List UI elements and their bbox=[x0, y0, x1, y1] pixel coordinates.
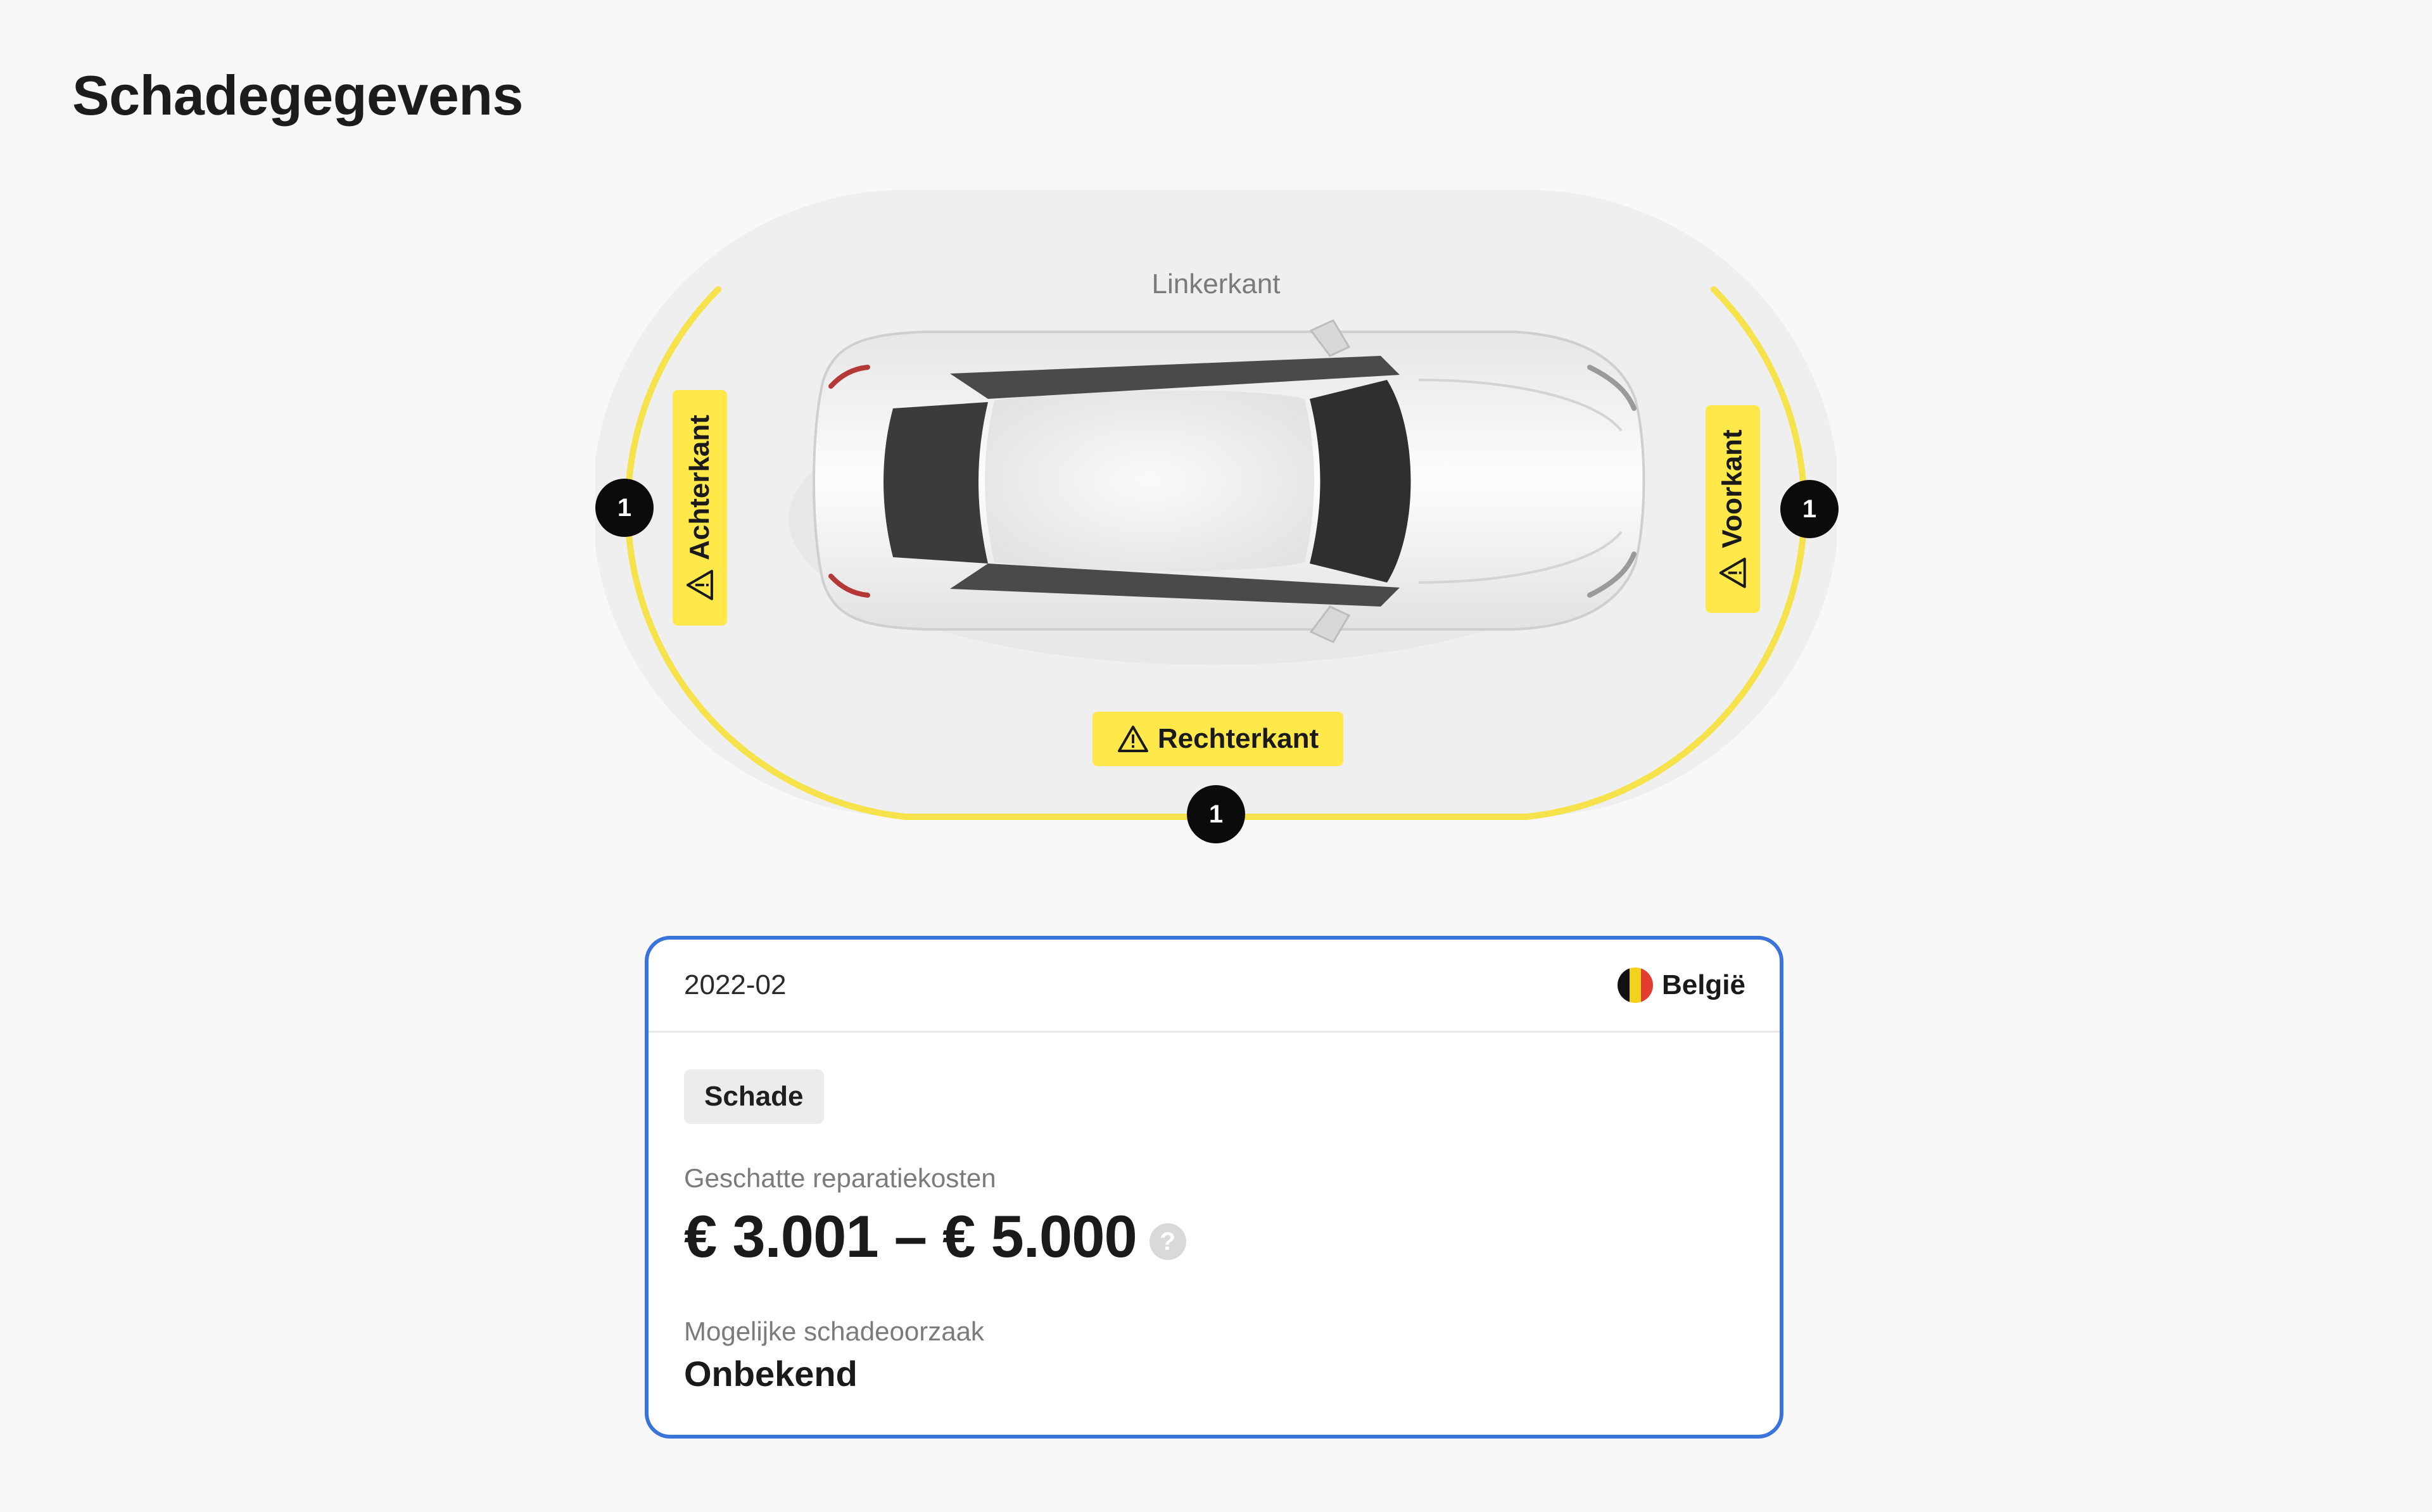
belgium-flag-icon bbox=[1617, 967, 1653, 1003]
damage-count-badge-rear[interactable]: 1 bbox=[595, 479, 654, 537]
zone-tag-rear-label: Achterkant bbox=[684, 415, 715, 560]
damage-count-badge-front[interactable]: 1 bbox=[1780, 480, 1839, 538]
repair-cost-value: € 3.001 – € 5.000 bbox=[684, 1203, 1137, 1269]
repair-cost-row: € 3.001 – € 5.000 ? bbox=[684, 1202, 1744, 1271]
damage-cause-label: Mogelijke schadeoorzaak bbox=[684, 1316, 984, 1346]
zone-tag-right-label: Rechterkant bbox=[1157, 723, 1319, 754]
zone-tag-right[interactable]: Rechterkant bbox=[1092, 712, 1343, 766]
damage-type-chip: Schade bbox=[684, 1069, 824, 1124]
warning-icon bbox=[1720, 557, 1746, 588]
damage-cause-value: Onbekend bbox=[684, 1354, 858, 1394]
zone-tag-rear[interactable]: Achterkant bbox=[673, 390, 727, 626]
card-header: 2022-02 België bbox=[649, 940, 1780, 1033]
zone-tag-front-label: Voorkant bbox=[1717, 429, 1748, 548]
country-indicator: België bbox=[1617, 967, 1745, 1003]
repair-cost-label: Geschatte reparatiekosten bbox=[684, 1163, 996, 1193]
country-name: België bbox=[1661, 969, 1745, 1000]
damage-diagram: Linkerkant Achterkant Voorkant Rechterka… bbox=[595, 190, 1839, 848]
warning-icon bbox=[687, 569, 713, 600]
damage-record-card[interactable]: 2022-02 België Schade Geschatte reparati… bbox=[645, 936, 1783, 1439]
zone-tag-front[interactable]: Voorkant bbox=[1706, 405, 1760, 613]
damage-count-badge-right[interactable]: 1 bbox=[1187, 785, 1245, 843]
help-icon[interactable]: ? bbox=[1149, 1223, 1186, 1260]
damage-date: 2022-02 bbox=[684, 969, 787, 1000]
card-body: Schade Geschatte reparatiekosten € 3.001… bbox=[649, 1033, 1780, 1394]
warning-icon bbox=[1117, 726, 1148, 752]
page-title: Schadegegevens bbox=[72, 64, 524, 127]
